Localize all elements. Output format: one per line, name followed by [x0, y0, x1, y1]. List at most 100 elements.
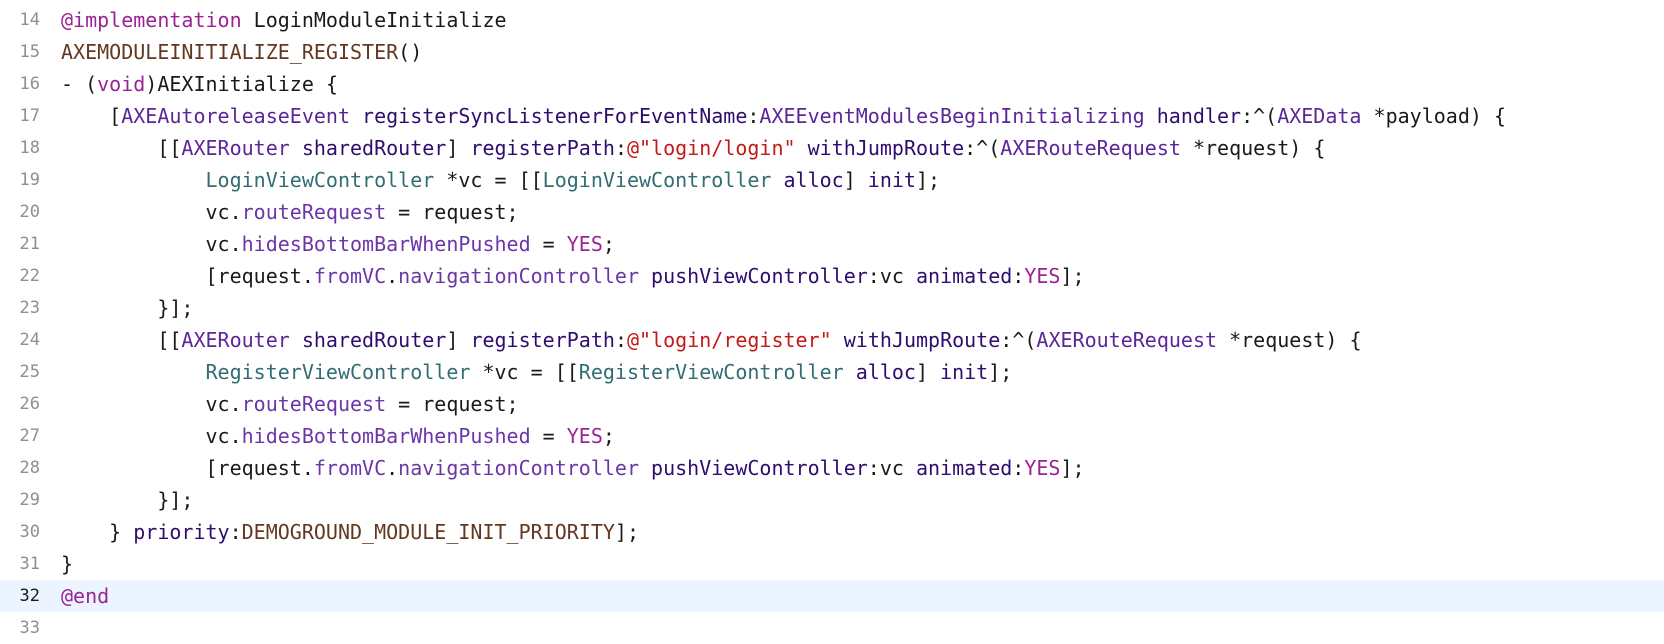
macro-token: DEMOGROUND_MODULE_INIT_PRIORITY [241, 520, 615, 544]
code-content: [[AXERouter sharedRouter] registerPath:@… [61, 324, 1361, 356]
code-text: - ( [61, 72, 98, 96]
code-line[interactable]: 20 vc.routeRequest = request; [0, 196, 1664, 228]
property-token: fromVC [313, 264, 387, 288]
code-text: vc. [205, 424, 242, 448]
keyword-token: YES [1024, 264, 1061, 288]
code-text: : [614, 328, 627, 352]
class-token: AXERouter [181, 328, 290, 352]
line-number: 22 [19, 266, 40, 286]
line-number: 17 [19, 106, 40, 126]
code-line[interactable]: 18 [[AXERouter sharedRouter] registerPat… [0, 132, 1664, 164]
code-text: }]; [157, 296, 194, 320]
current-code-line[interactable]: 32 @end [0, 580, 1664, 612]
code-line[interactable]: 14 @implementation LoginModuleInitialize [0, 4, 1664, 36]
code-text: [[ [157, 328, 182, 352]
property-token: hidesBottomBarWhenPushed [241, 232, 531, 256]
method-token: init [940, 360, 989, 384]
code-content: AXEMODULEINITIALIZE_REGISTER() [61, 36, 422, 68]
code-text: . [386, 456, 399, 480]
line-number: 14 [19, 10, 40, 30]
code-text: )AEXInitialize { [145, 72, 338, 96]
code-content: [request.fromVC.navigationController pus… [61, 260, 1085, 292]
code-line[interactable]: 23 }]; [0, 292, 1664, 324]
code-line[interactable]: 25 RegisterViewController *vc = [[Regist… [0, 356, 1664, 388]
code-text: ] [446, 136, 471, 160]
line-number: 24 [19, 330, 40, 350]
method-token: registerPath [470, 136, 615, 160]
code-text: ] [446, 328, 471, 352]
line-number: 20 [19, 202, 40, 222]
code-text: :vc [867, 456, 916, 480]
code-text: : [229, 520, 242, 544]
keyword-token: @implementation [61, 8, 242, 32]
string-token: @"login/register" [626, 328, 832, 352]
code-content: } priority:DEMOGROUND_MODULE_INIT_PRIORI… [61, 516, 639, 548]
code-line[interactable]: 16 - (void)AEXInitialize { [0, 68, 1664, 100]
code-line[interactable]: 31} [0, 548, 1664, 580]
class-token: AXEEventModulesBeginInitializing [759, 104, 1145, 128]
code-text: ]; [1060, 456, 1085, 480]
method-token: pushViewController [651, 264, 868, 288]
code-content: vc.routeRequest = request; [61, 388, 519, 420]
line-number: 33 [19, 618, 40, 638]
line-number: 19 [19, 170, 40, 190]
type-token: LoginViewController [542, 168, 772, 192]
code-line[interactable]: 27 vc.hidesBottomBarWhenPushed = YES; [0, 420, 1664, 452]
code-text: ] [915, 360, 941, 384]
code-line[interactable]: 29 }]; [0, 484, 1664, 516]
code-content: [request.fromVC.navigationController pus… [61, 452, 1085, 484]
code-text: :^( [1000, 328, 1037, 352]
code-line[interactable]: 15 AXEMODULEINITIALIZE_REGISTER() [0, 36, 1664, 68]
line-number: 18 [19, 138, 40, 158]
code-line[interactable]: 33 [0, 612, 1664, 644]
code-text: ]; [915, 168, 941, 192]
code-text: vc. [205, 200, 242, 224]
code-line[interactable]: 28 [request.fromVC.navigationController … [0, 452, 1664, 484]
line-number: 26 [19, 394, 40, 414]
line-number: 31 [19, 554, 40, 574]
method-token: sharedRouter [301, 136, 447, 160]
method-token: withJumpRoute [807, 136, 965, 160]
line-number: 23 [19, 298, 40, 318]
code-text: LoginModuleInitialize [241, 8, 507, 32]
code-line[interactable]: 21 vc.hidesBottomBarWhenPushed = YES; [0, 228, 1664, 260]
class-token: AXEData [1277, 104, 1362, 128]
code-text: vc. [205, 392, 242, 416]
method-token: alloc [783, 168, 844, 192]
code-text: () [398, 40, 423, 64]
code-text: . [386, 264, 399, 288]
code-editor[interactable]: 14 @implementation LoginModuleInitialize 1… [0, 4, 1664, 638]
code-content: }]; [61, 292, 193, 324]
class-token: AXERouteRequest [1000, 136, 1181, 160]
code-line[interactable]: 26 vc.routeRequest = request; [0, 388, 1664, 420]
line-number: 30 [19, 522, 40, 542]
line-number: 32 [19, 586, 40, 606]
code-text: :vc [867, 264, 916, 288]
code-line[interactable]: 24 [[AXERouter sharedRouter] registerPat… [0, 324, 1664, 356]
code-line[interactable]: 17 [AXEAutoreleaseEvent registerSyncList… [0, 100, 1664, 132]
property-token: routeRequest [241, 392, 387, 416]
line-number: 28 [19, 458, 40, 478]
code-text: ] [843, 168, 868, 192]
code-line[interactable]: 19 LoginViewController *vc = [[LoginView… [0, 164, 1664, 196]
method-token: priority [133, 520, 230, 544]
keyword-token: YES [1024, 456, 1061, 480]
property-token: navigationController [398, 456, 639, 480]
code-content: vc.hidesBottomBarWhenPushed = YES; [61, 420, 615, 452]
code-text: [request. [205, 456, 314, 480]
line-number: 29 [19, 490, 40, 510]
code-line[interactable]: 22 [request.fromVC.navigationController … [0, 260, 1664, 292]
code-text: *vc = [[ [470, 360, 579, 384]
code-line[interactable]: 30 } priority:DEMOGROUND_MODULE_INIT_PRI… [0, 516, 1664, 548]
code-text: = [530, 232, 567, 256]
